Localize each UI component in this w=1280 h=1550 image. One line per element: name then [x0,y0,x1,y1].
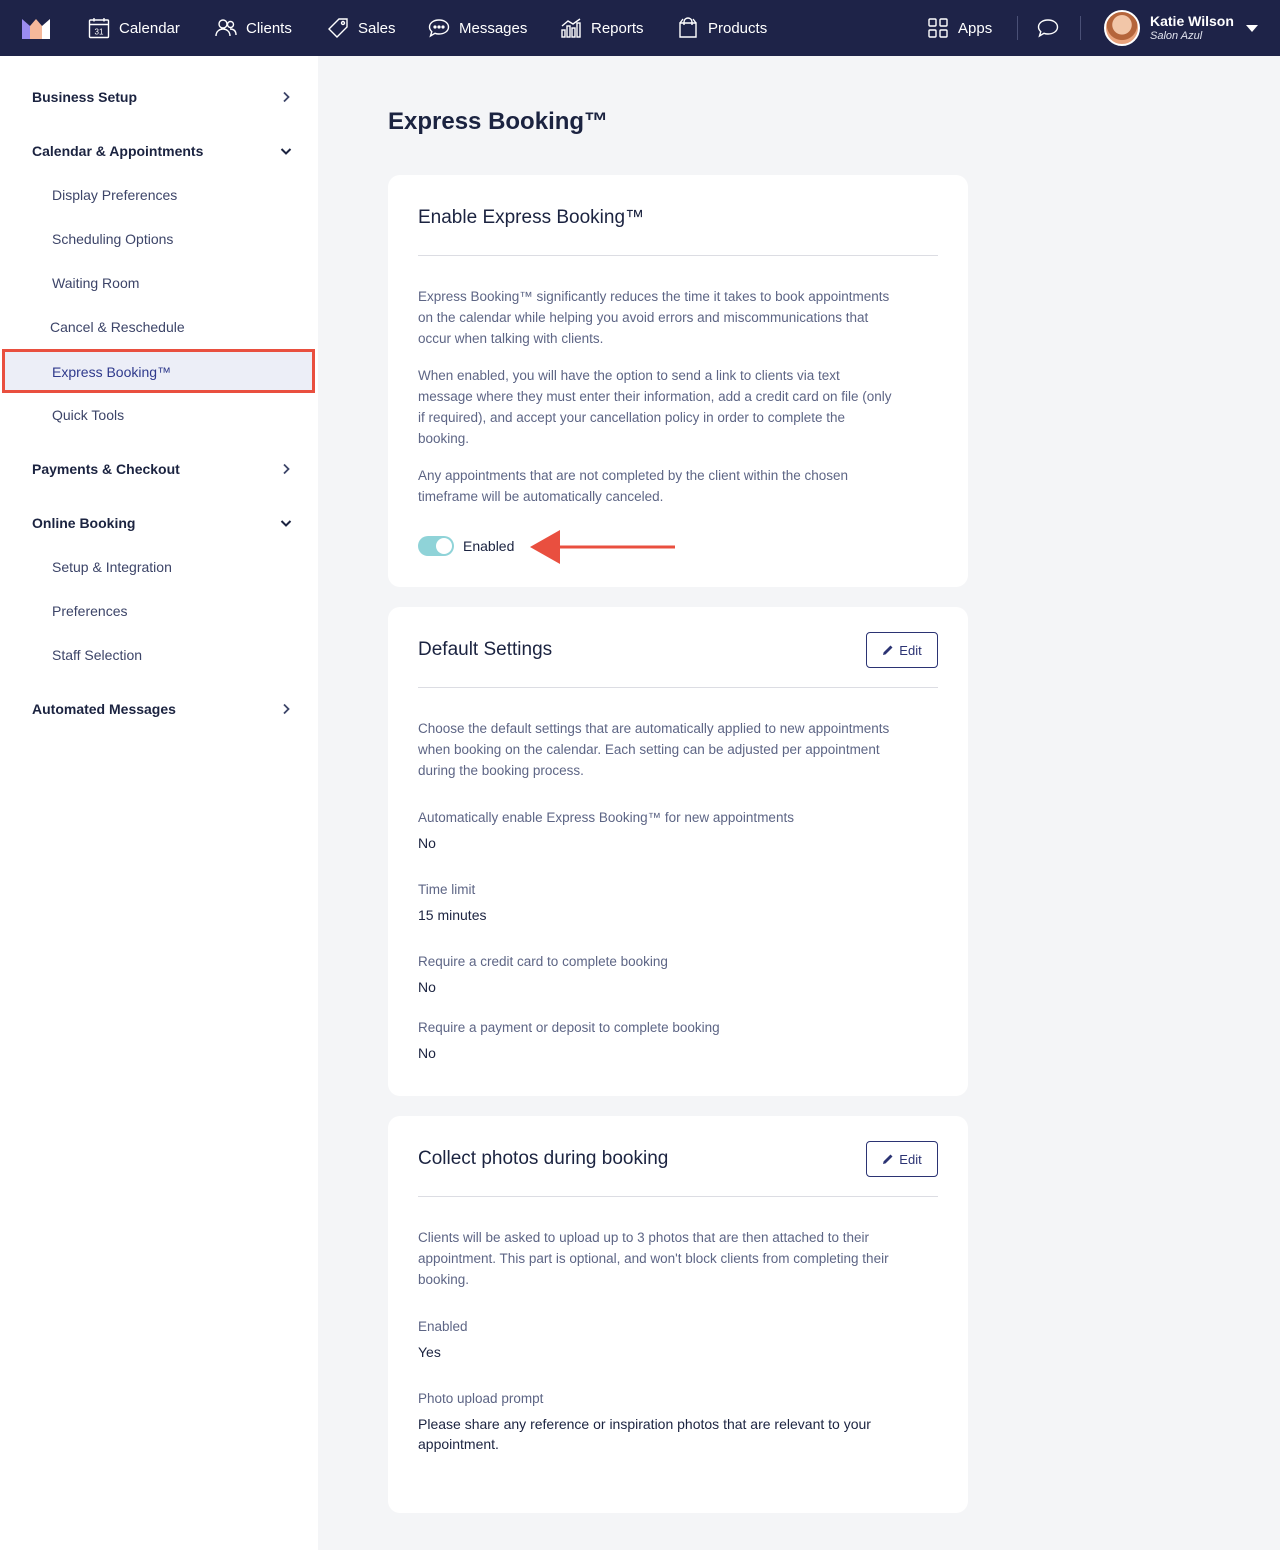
divider [418,1196,938,1197]
field-label: Require a payment or deposit to complete… [418,1020,720,1035]
sidebar-item-preferences[interactable]: Preferences [52,603,127,619]
divider [418,255,938,256]
caret-down-icon [1245,24,1258,32]
sidebar-item-quick-tools[interactable]: Quick Tools [52,407,124,423]
user-organization: Salon Azul [1150,29,1203,42]
nav-reports-label: Reports [591,19,644,37]
sidebar-item-staff-selection[interactable]: Staff Selection [52,647,142,663]
field-label: Enabled [418,1319,468,1334]
sidebar-item-waiting-room[interactable]: Waiting Room [52,275,139,291]
field-label: Automatically enable Express Booking™ fo… [418,810,794,825]
chevron-right-icon [283,463,290,475]
avatar [1104,10,1140,46]
nav-sales-label: Sales [358,19,396,37]
field-label: Time limit [418,882,476,897]
description-paragraph: Choose the default settings that are aut… [418,721,890,778]
sidebar-item-display-preferences[interactable]: Display Preferences [52,187,177,203]
calendar-icon-day: 31 [95,28,104,37]
nav-reports[interactable]: Reports [560,0,644,56]
sidebar-section-business-setup[interactable]: Business Setup [32,85,292,109]
sidebar-item-cancel-reschedule[interactable]: Cancel & Reschedule [50,319,185,335]
field-value: Yes [418,1344,441,1360]
chevron-right-icon [283,703,290,715]
enable-express-booking-card: Enable Express Booking™ Express Booking™… [388,175,968,587]
field-label: Require a credit card to complete bookin… [418,954,668,969]
card-title: Enable Express Booking™ [418,207,645,228]
description-paragraph: Any appointments that are not completed … [418,468,849,504]
annotation-arrow-icon [530,530,675,564]
edit-button-label: Edit [899,1151,922,1167]
nav-messages[interactable]: Messages [428,0,527,56]
nav-products[interactable]: Products [677,0,767,56]
settings-sidebar: Business Setup Calendar & Appointments D… [0,56,318,1550]
chevron-down-icon [280,520,292,527]
sidebar-section-label: Online Booking [32,515,136,531]
bar-chart-icon [561,18,581,38]
user-menu[interactable]: Katie Wilson Salon Azul [1104,10,1258,46]
brand-logo-icon[interactable] [22,17,50,39]
edit-default-settings-button[interactable]: Edit [866,632,938,668]
field-value: No [418,1045,436,1061]
pencil-icon [883,1154,893,1164]
divider [418,687,938,688]
nav-calendar[interactable]: 31 Calendar [88,0,180,56]
card-title: Default Settings [418,639,553,660]
sidebar-item-setup-integration[interactable]: Setup & Integration [52,559,172,575]
express-booking-toggle[interactable] [418,536,454,556]
apps-grid-icon [928,18,948,38]
sidebar-section-label: Payments & Checkout [32,461,180,477]
edit-collect-photos-button[interactable]: Edit [866,1141,938,1177]
nav-chat-button[interactable] [1037,0,1059,56]
description-paragraph: Express Booking™ significantly reduces t… [418,289,890,346]
user-name: Katie Wilson [1150,13,1234,30]
description-paragraph: When enabled, you will have the option t… [418,368,892,446]
sidebar-section-label: Business Setup [32,89,138,105]
speech-bubble-icon [1037,19,1059,38]
field-value: 15 minutes [418,907,487,923]
chat-icon [428,19,450,38]
calendar-icon: 31 [88,18,110,39]
toggle-knob [436,538,452,554]
nav-clients-label: Clients [246,19,292,37]
nav-calendar-label: Calendar [119,19,180,37]
sidebar-item-scheduling-options[interactable]: Scheduling Options [52,231,173,247]
chevron-right-icon [283,91,290,103]
chevron-down-icon [280,148,292,155]
edit-button-label: Edit [899,642,922,658]
sidebar-section-online-booking[interactable]: Online Booking [32,511,292,535]
top-nav-bar: 31 Calendar Clients Sales Messages Repor… [0,0,1280,56]
field-label: Photo upload prompt [418,1391,544,1406]
nav-sales[interactable]: Sales [327,0,396,56]
tag-icon [328,18,348,38]
toggle-label: Enabled [463,538,515,554]
card-title: Collect photos during booking [418,1148,669,1169]
field-value: No [418,979,436,995]
page-title: Express Booking™ [388,108,609,135]
nav-apps-label: Apps [958,19,993,37]
shopping-bag-icon [679,17,697,38]
sidebar-section-automated-messages[interactable]: Automated Messages [32,697,292,721]
nav-clients[interactable]: Clients [215,0,292,56]
default-settings-card: Default Settings Edit Choose the default… [388,607,968,1096]
nav-messages-label: Messages [459,19,528,37]
nav-divider [1017,16,1018,40]
field-value: Please share any reference or inspiratio… [418,1416,871,1452]
nav-apps[interactable]: Apps [927,0,992,56]
nav-products-label: Products [708,19,768,37]
sidebar-section-payments-checkout[interactable]: Payments & Checkout [32,457,292,481]
pencil-icon [883,645,893,655]
sidebar-section-calendar-appointments[interactable]: Calendar & Appointments [32,139,292,163]
field-value: No [418,835,436,851]
nav-divider [1080,16,1081,40]
description-paragraph: Clients will be asked to upload up to 3 … [418,1230,889,1287]
sidebar-section-label: Automated Messages [32,701,176,717]
sidebar-item-label: Express Booking™ [52,364,172,380]
sidebar-section-label: Calendar & Appointments [32,143,204,159]
clients-icon [215,19,237,37]
collect-photos-card: Collect photos during booking Edit Clien… [388,1116,968,1513]
sidebar-item-express-booking[interactable]: Express Booking™ [2,349,315,393]
